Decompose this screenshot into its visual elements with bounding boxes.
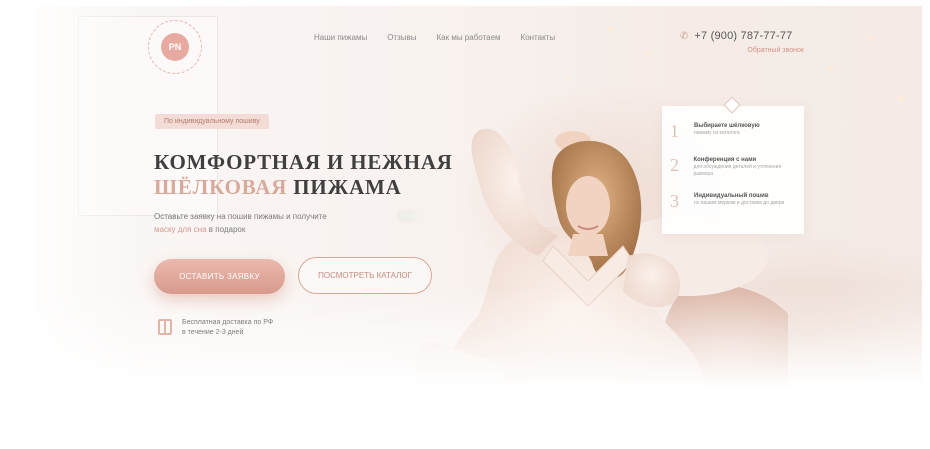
subtitle-part2: в подарок <box>208 225 246 234</box>
nav-item-pajamas[interactable]: Наши пижамы <box>314 33 367 42</box>
step-content: Конференция с нами для обсуждения детале… <box>693 156 798 178</box>
step-number: 2 <box>670 155 679 175</box>
headline-dark: ПИЖАМА <box>293 175 402 199</box>
delivery-info: Бесплатная доставка по РФ в течение 2-3 … <box>158 318 273 338</box>
delivery-line2: в течение 2-3 дней <box>182 329 244 336</box>
delivery-text: Бесплатная доставка по РФ в течение 2-3 … <box>182 318 273 338</box>
bokeh-light <box>648 51 652 55</box>
step-item: 1 Выбираете шёлковую пижаму из каталога <box>670 122 798 140</box>
step-title: Выбираете шёлковую <box>694 123 760 129</box>
subtitle-highlight: маску для сна <box>154 225 207 234</box>
subtitle-part1: Оставьте заявку на пошив пижамы и получи… <box>154 212 327 221</box>
page-title: КОМФОРТНАЯ И НЕЖНАЯ ШЁЛКОВАЯ ПИЖАМА <box>154 150 453 200</box>
phone-row[interactable]: ✆ +7 (900) 787-77-77 <box>680 30 810 42</box>
headline-accent: ШЁЛКОВАЯ <box>154 175 288 199</box>
logo-mark: PN <box>161 33 189 61</box>
headline-line2: ШЁЛКОВАЯ ПИЖАМА <box>154 174 453 200</box>
submit-request-button[interactable]: ОСТАВИТЬ ЗАЯВКУ <box>154 259 285 294</box>
view-catalog-button[interactable]: ПОСМОТРЕТЬ КАТАЛОГ <box>298 257 432 294</box>
tailoring-badge: По индивидуальному пошиву <box>155 114 269 129</box>
main-nav: Наши пижамы Отзывы Как мы работаем Конта… <box>314 33 555 42</box>
step-desc: пижаму из каталога <box>694 130 740 136</box>
step-title: Индивидуальный пошив <box>694 193 769 199</box>
gift-icon <box>158 319 172 335</box>
hero-subtitle: Оставьте заявку на пошив пижамы и получи… <box>154 210 394 236</box>
step-item: 3 Индивидуальный пошив по вашим меркам и… <box>670 192 798 210</box>
step-title: Конференция с нами <box>693 157 757 163</box>
bokeh-light <box>568 76 571 79</box>
nav-item-contacts[interactable]: Контакты <box>521 33 556 42</box>
phone-number[interactable]: +7 (900) 787-77-77 <box>694 30 792 42</box>
nav-item-reviews[interactable]: Отзывы <box>387 33 416 42</box>
step-desc: по вашим меркам и доставка до двери <box>694 200 785 206</box>
phone-icon: ✆ <box>680 30 689 42</box>
step-number: 3 <box>670 191 679 211</box>
delivery-line1: Бесплатная доставка по РФ <box>182 319 274 326</box>
bokeh-light <box>898 96 903 101</box>
step-content: Индивидуальный пошив по вашим меркам и д… <box>694 192 784 210</box>
nav-item-how-we-work[interactable]: Как мы работаем <box>437 33 501 42</box>
bottom-fade <box>8 286 922 406</box>
bokeh-light <box>608 26 613 31</box>
step-content: Выбираете шёлковую пижаму из каталога <box>694 122 760 140</box>
step-item: 2 Конференция с нами для обсуждения дета… <box>670 156 798 178</box>
logo-icon[interactable]: PN <box>148 20 202 74</box>
steps-card: 1 Выбираете шёлковую пижаму из каталога … <box>662 106 804 234</box>
headline-line1: КОМФОРТНАЯ И НЕЖНАЯ <box>154 150 453 174</box>
contact-block: ✆ +7 (900) 787-77-77 Обратный звонок <box>680 30 810 54</box>
callback-link[interactable]: Обратный звонок <box>680 47 810 54</box>
step-number: 1 <box>670 121 679 141</box>
flower-decoration <box>398 210 416 222</box>
step-desc: для обсуждения деталей и уточнения разме… <box>693 164 782 177</box>
bokeh-light <box>828 66 833 71</box>
bokeh-light <box>868 36 872 40</box>
